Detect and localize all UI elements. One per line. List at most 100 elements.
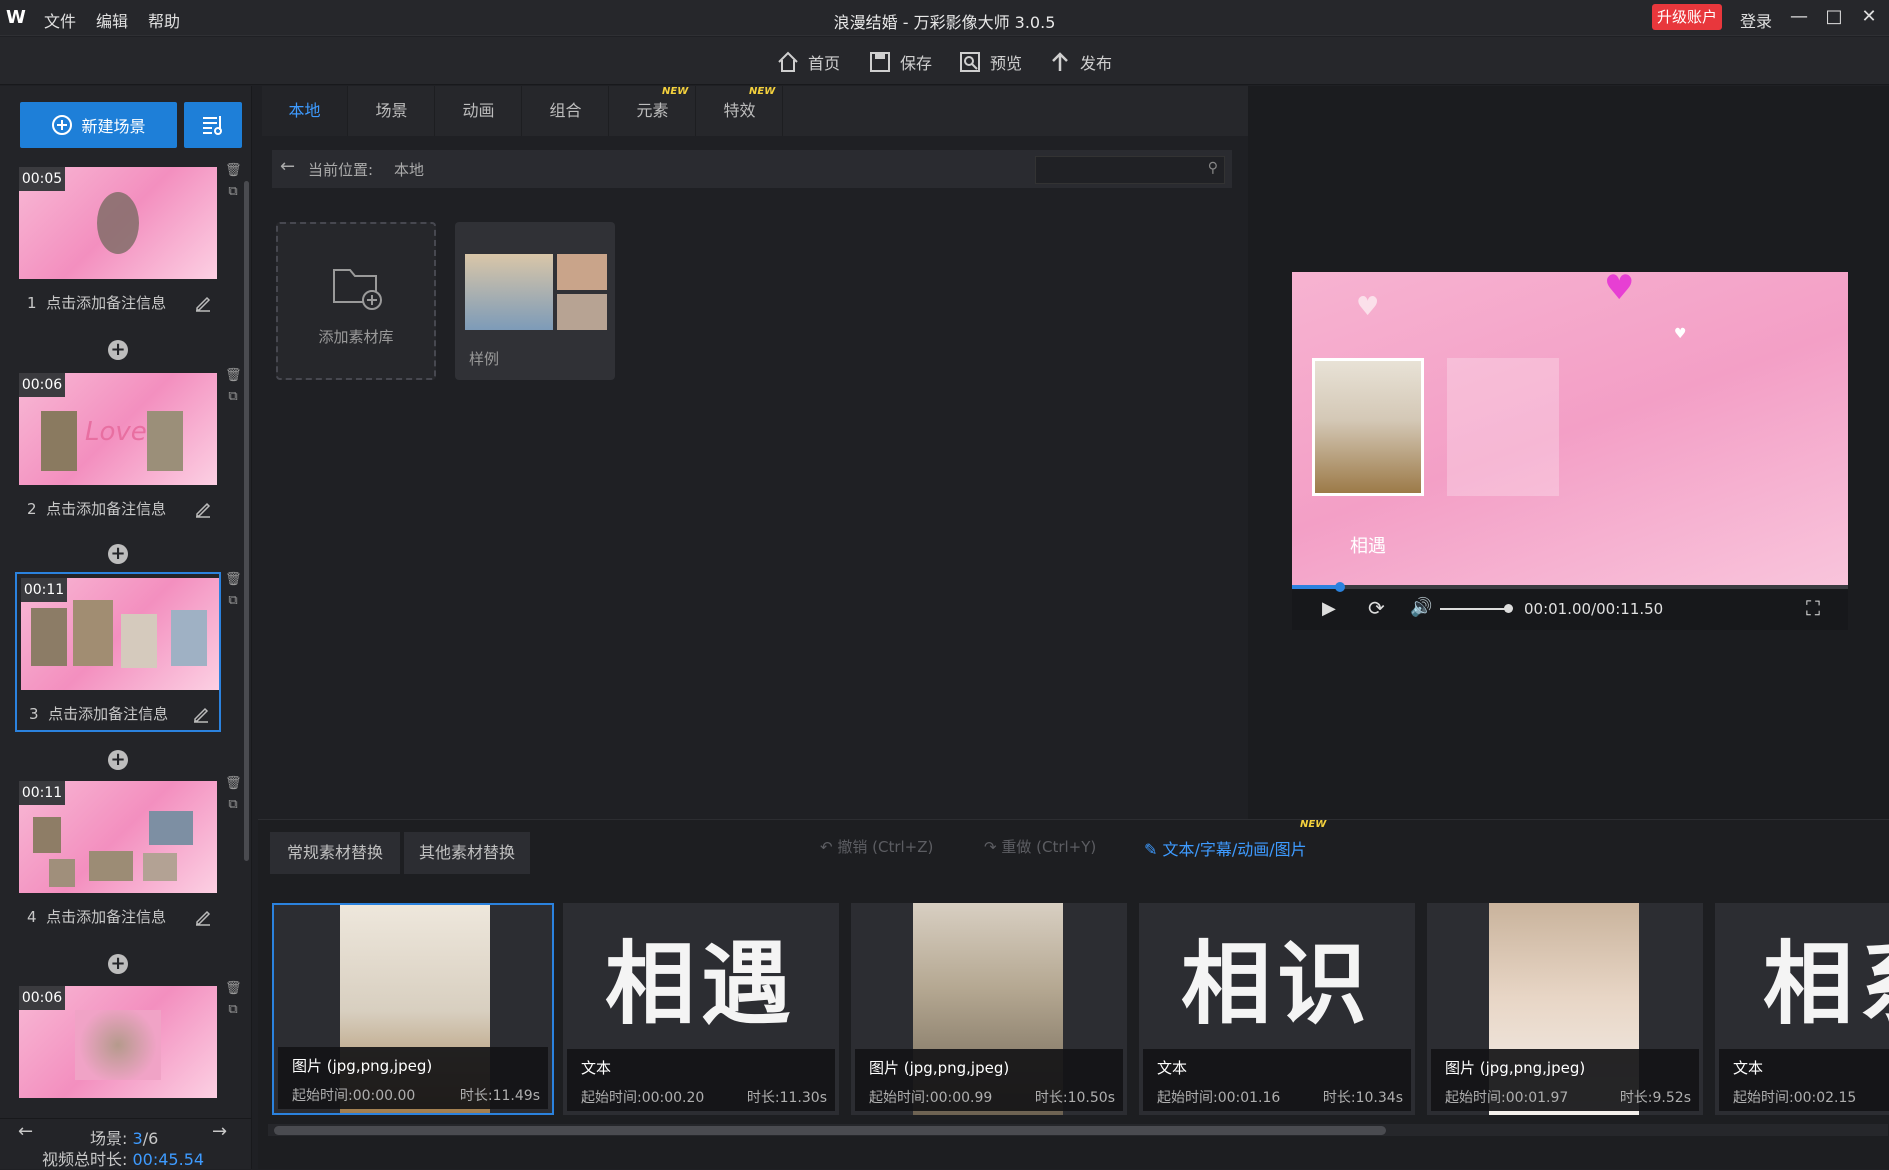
- back-arrow-icon[interactable]: ←: [280, 156, 295, 177]
- scene-card[interactable]: Love 00:06 2 点击添加备注信息: [15, 369, 221, 529]
- card-start: 起始时间:00:00.00: [292, 1088, 416, 1104]
- progress-track[interactable]: [1292, 582, 1848, 592]
- next-scene-icon[interactable]: →: [212, 1121, 227, 1142]
- scene-note-label: 点击添加备注信息: [48, 705, 169, 723]
- scene-card[interactable]: 00:11 3 点击添加备注信息: [15, 572, 221, 732]
- volume-handle[interactable]: [1504, 604, 1513, 613]
- undo-button[interactable]: ↶ 撤销 (Ctrl+Z): [820, 836, 933, 857]
- delete-icon[interactable]: 🗑: [225, 572, 242, 588]
- save-icon: [870, 52, 890, 72]
- sample-photo: [557, 294, 607, 330]
- save-button[interactable]: 保存: [868, 49, 932, 75]
- play-icon[interactable]: ▶: [1322, 598, 1336, 619]
- card-text-preview: 相系: [1763, 932, 1889, 1037]
- minimize-icon[interactable]: —: [1785, 4, 1813, 30]
- search-input[interactable]: ⚲: [1035, 156, 1225, 184]
- add-folder-icon: [333, 269, 382, 310]
- scene-card[interactable]: 00:06: [15, 982, 221, 1102]
- search-icon[interactable]: ⚲: [1208, 160, 1218, 176]
- scene-duration: 00:11: [21, 578, 67, 602]
- prev-scene-icon[interactable]: ←: [18, 1121, 33, 1142]
- upgrade-button[interactable]: 升级账户: [1652, 4, 1722, 30]
- scene-duration: 00:06: [19, 373, 65, 397]
- card-info: 文本 起始时间:00:02.15: [1719, 1049, 1889, 1111]
- card-type: 文本: [581, 1059, 612, 1077]
- scene-note[interactable]: 2 点击添加备注信息: [19, 495, 217, 523]
- tab-other-replace[interactable]: 其他素材替换: [404, 832, 530, 874]
- path-label: 当前位置:: [308, 161, 374, 179]
- volume-icon[interactable]: 🔊: [1410, 597, 1432, 618]
- sample-folder[interactable]: 样例: [455, 222, 615, 380]
- sample-photo: [465, 254, 553, 330]
- card-length: 时长:9.52s: [1619, 1090, 1691, 1106]
- total-duration: 视频总时长: 00:45.54: [42, 1146, 204, 1170]
- tab-regular-replace[interactable]: 常规素材替换: [270, 832, 400, 874]
- card-length: 时长:10.50s: [1034, 1090, 1115, 1106]
- delete-icon[interactable]: 🗑: [225, 981, 242, 997]
- card-start: 起始时间:00:02.15: [1733, 1090, 1857, 1106]
- material-card[interactable]: 相识 文本 起始时间:00:01.16 时长:10.34s: [1139, 903, 1415, 1115]
- card-type: 图片 (jpg,png,jpeg): [292, 1057, 433, 1075]
- sample-photo: [557, 254, 607, 290]
- material-card[interactable]: 相系 文本 起始时间:00:02.15: [1715, 903, 1889, 1115]
- scene-index: 2: [27, 500, 37, 518]
- scene-note[interactable]: 3 点击添加备注信息: [21, 700, 219, 728]
- home-icon: [778, 51, 798, 72]
- card-type: 图片 (jpg,png,jpeg): [1445, 1059, 1586, 1077]
- new-badge: NEW: [662, 86, 689, 97]
- delete-icon[interactable]: 🗑: [225, 776, 242, 792]
- add-scene-icon[interactable]: +: [108, 750, 128, 770]
- preview-button[interactable]: 预览: [958, 49, 1022, 75]
- scene-scrollbar[interactable]: [244, 181, 249, 861]
- add-library-button[interactable]: 添加素材库: [276, 222, 436, 380]
- scene-note-label: 点击添加备注信息: [46, 908, 167, 926]
- copy-icon[interactable]: ⧉: [225, 593, 241, 609]
- material-card[interactable]: 图片 (jpg,png,jpeg) 起始时间:00:00.99 时长:10.50…: [851, 903, 1127, 1115]
- volume-slider[interactable]: [1440, 608, 1508, 610]
- add-scene-icon[interactable]: +: [108, 340, 128, 360]
- replay-icon[interactable]: ⟳: [1368, 596, 1385, 620]
- scene-card[interactable]: 00:11 4 点击添加备注信息: [15, 777, 221, 937]
- text-edit-button[interactable]: ✎ 文本/字幕/动画/图片: [1144, 836, 1307, 860]
- edit-icon[interactable]: [193, 291, 213, 313]
- scene-note[interactable]: 1 点击添加备注信息: [19, 289, 217, 317]
- scene-card[interactable]: 00:05 1 点击添加备注信息: [15, 163, 221, 323]
- scene-note[interactable]: 4 点击添加备注信息: [19, 903, 217, 931]
- copy-icon[interactable]: ⧉: [225, 797, 241, 813]
- tab-local[interactable]: 本地: [262, 86, 348, 136]
- tab-scene[interactable]: 场景: [349, 86, 435, 136]
- tab-group[interactable]: 组合: [523, 86, 609, 136]
- balloon-icon: ♥: [1356, 292, 1380, 322]
- cards-scrollbar-thumb[interactable]: [274, 1126, 1386, 1135]
- fullscreen-icon[interactable]: ⛶: [1806, 596, 1820, 620]
- copy-icon[interactable]: ⧉: [225, 1002, 241, 1018]
- edit-icon[interactable]: [191, 702, 211, 724]
- progress-handle[interactable]: [1335, 582, 1346, 592]
- close-icon[interactable]: ✕: [1855, 4, 1883, 30]
- copy-icon[interactable]: ⧉: [225, 389, 241, 405]
- redo-button[interactable]: ↷ 重做 (Ctrl+Y): [984, 836, 1096, 857]
- copy-icon[interactable]: ⧉: [225, 184, 241, 200]
- scene-list-button[interactable]: [184, 102, 242, 148]
- card-type: 文本: [1733, 1059, 1764, 1077]
- add-scene-icon[interactable]: +: [108, 954, 128, 974]
- tab-animation[interactable]: 动画: [436, 86, 522, 136]
- cards-scrollbar-track[interactable]: [268, 1124, 1888, 1136]
- login-button[interactable]: 登录: [1740, 8, 1772, 32]
- edit-icon[interactable]: [193, 905, 213, 927]
- delete-icon[interactable]: 🗑: [225, 163, 242, 179]
- window-title: 浪漫结婚 - 万彩影像大师 3.0.5: [833, 13, 1056, 32]
- new-scene-button[interactable]: 新建场景: [20, 102, 177, 148]
- material-card[interactable]: 图片 (jpg,png,jpeg) 起始时间:00:00.00 时长:11.49…: [272, 903, 554, 1115]
- delete-icon[interactable]: 🗑: [225, 368, 242, 384]
- edit-icon[interactable]: [193, 497, 213, 519]
- scene-duration: 00:05: [19, 167, 65, 191]
- preview-label: 预览: [990, 54, 1023, 73]
- home-button[interactable]: 首页: [776, 49, 840, 75]
- publish-button[interactable]: 发布: [1048, 49, 1112, 75]
- material-tabs: 本地 场景 动画 组合 元素 特效 NEW NEW: [262, 86, 1248, 136]
- material-card[interactable]: 图片 (jpg,png,jpeg) 起始时间:00:01.97 时长:9.52s: [1427, 903, 1703, 1115]
- add-scene-icon[interactable]: +: [108, 544, 128, 564]
- maximize-icon[interactable]: □: [1820, 4, 1848, 30]
- material-card[interactable]: 相遇 文本 起始时间:00:00.20 时长:11.30s: [563, 903, 839, 1115]
